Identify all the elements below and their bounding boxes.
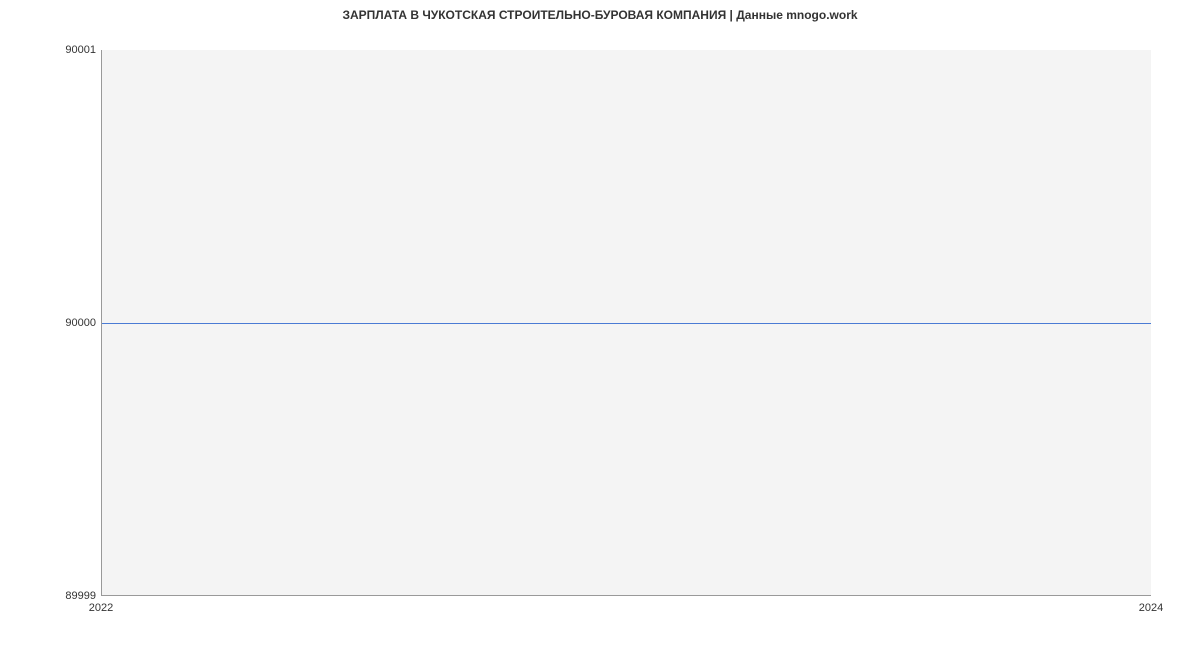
chart-title: ЗАРПЛАТА В ЧУКОТСКАЯ СТРОИТЕЛЬНО-БУРОВАЯ… — [0, 8, 1200, 22]
x-tick-label-1: 2024 — [1139, 602, 1163, 614]
plot-area — [101, 50, 1151, 596]
data-line — [102, 323, 1151, 324]
y-tick-label-1: 90000 — [65, 317, 96, 329]
y-tick-label-2: 90001 — [65, 44, 96, 56]
x-tick-label-0: 2022 — [89, 602, 113, 614]
y-tick-label-0: 89999 — [65, 590, 96, 602]
